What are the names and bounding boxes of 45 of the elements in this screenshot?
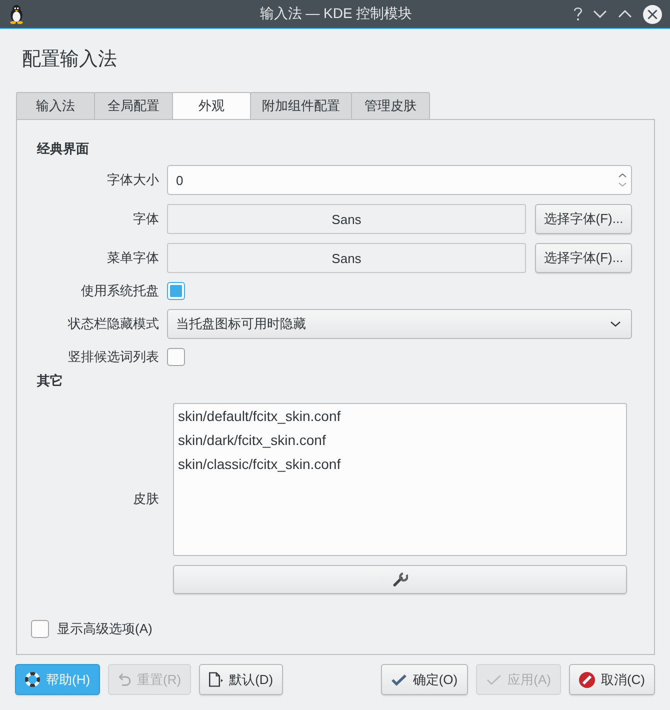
checkmark-icon bbox=[390, 674, 407, 686]
field-label: 皮肤 bbox=[133, 490, 159, 508]
tab[interactable]: 管理皮肤 bbox=[351, 92, 430, 119]
checkbox[interactable] bbox=[31, 620, 49, 638]
checkbox[interactable] bbox=[167, 348, 185, 366]
document-icon bbox=[209, 672, 224, 687]
page-heading: 配置输入法 bbox=[22, 48, 118, 72]
chevron-up-icon[interactable] bbox=[618, 173, 627, 178]
lifebuoy-icon bbox=[25, 672, 40, 687]
field-label: 使用系统托盘 bbox=[81, 282, 159, 300]
list-item[interactable]: skin/dark/fcitx_skin.conf bbox=[178, 428, 622, 452]
close-icon[interactable] bbox=[643, 4, 662, 24]
field-label: 字体 bbox=[133, 210, 159, 228]
checkmark-icon bbox=[486, 674, 502, 686]
wrench-icon bbox=[392, 572, 408, 587]
section-heading: 经典界面 bbox=[37, 140, 90, 158]
list-item[interactable]: skin/default/fcitx_skin.conf bbox=[178, 404, 622, 428]
no-entry-icon bbox=[578, 672, 595, 688]
undo-arrow-icon bbox=[118, 673, 132, 686]
section-heading: 其它 bbox=[37, 372, 64, 390]
choose-font-button[interactable]: 选择字体(F)... bbox=[535, 243, 632, 273]
choose-font-button[interactable]: 选择字体(F)... bbox=[535, 204, 632, 234]
chevron-down-icon bbox=[610, 321, 621, 327]
font-name-field: Sans bbox=[167, 204, 526, 234]
question-mark-icon[interactable] bbox=[574, 7, 582, 21]
checkbox-label[interactable]: 显示高级选项(A) bbox=[57, 620, 152, 638]
list-item[interactable]: skin/classic/fcitx_skin.conf bbox=[178, 452, 622, 476]
field-label: 竖排候选词列表 bbox=[68, 348, 159, 366]
window-title: 输入法 — KDE 控制模块 bbox=[260, 5, 412, 23]
field-label: 状态栏隐藏模式 bbox=[68, 315, 159, 333]
dropdown[interactable]: 当托盘图标可用时隐藏 bbox=[167, 309, 632, 339]
checkbox[interactable] bbox=[167, 282, 185, 300]
field-label: 字体大小 bbox=[107, 171, 159, 189]
ok-button[interactable]: 确定(O) bbox=[380, 664, 468, 695]
tab[interactable]: 外观 bbox=[172, 92, 251, 119]
penguin-icon bbox=[10, 4, 23, 24]
font-name-field: Sans bbox=[167, 243, 526, 273]
tab[interactable]: 全局配置 bbox=[94, 92, 173, 119]
tab[interactable]: 输入法 bbox=[16, 92, 95, 119]
cancel-button[interactable]: 取消(C) bbox=[568, 664, 655, 695]
field-label: 菜单字体 bbox=[107, 249, 159, 267]
spinbox-field[interactable]: 0 bbox=[167, 165, 632, 195]
tab[interactable]: 附加组件配置 bbox=[250, 92, 352, 119]
chevron-down-icon[interactable] bbox=[593, 10, 607, 18]
defaults-button[interactable]: 默认(D) bbox=[199, 664, 284, 695]
